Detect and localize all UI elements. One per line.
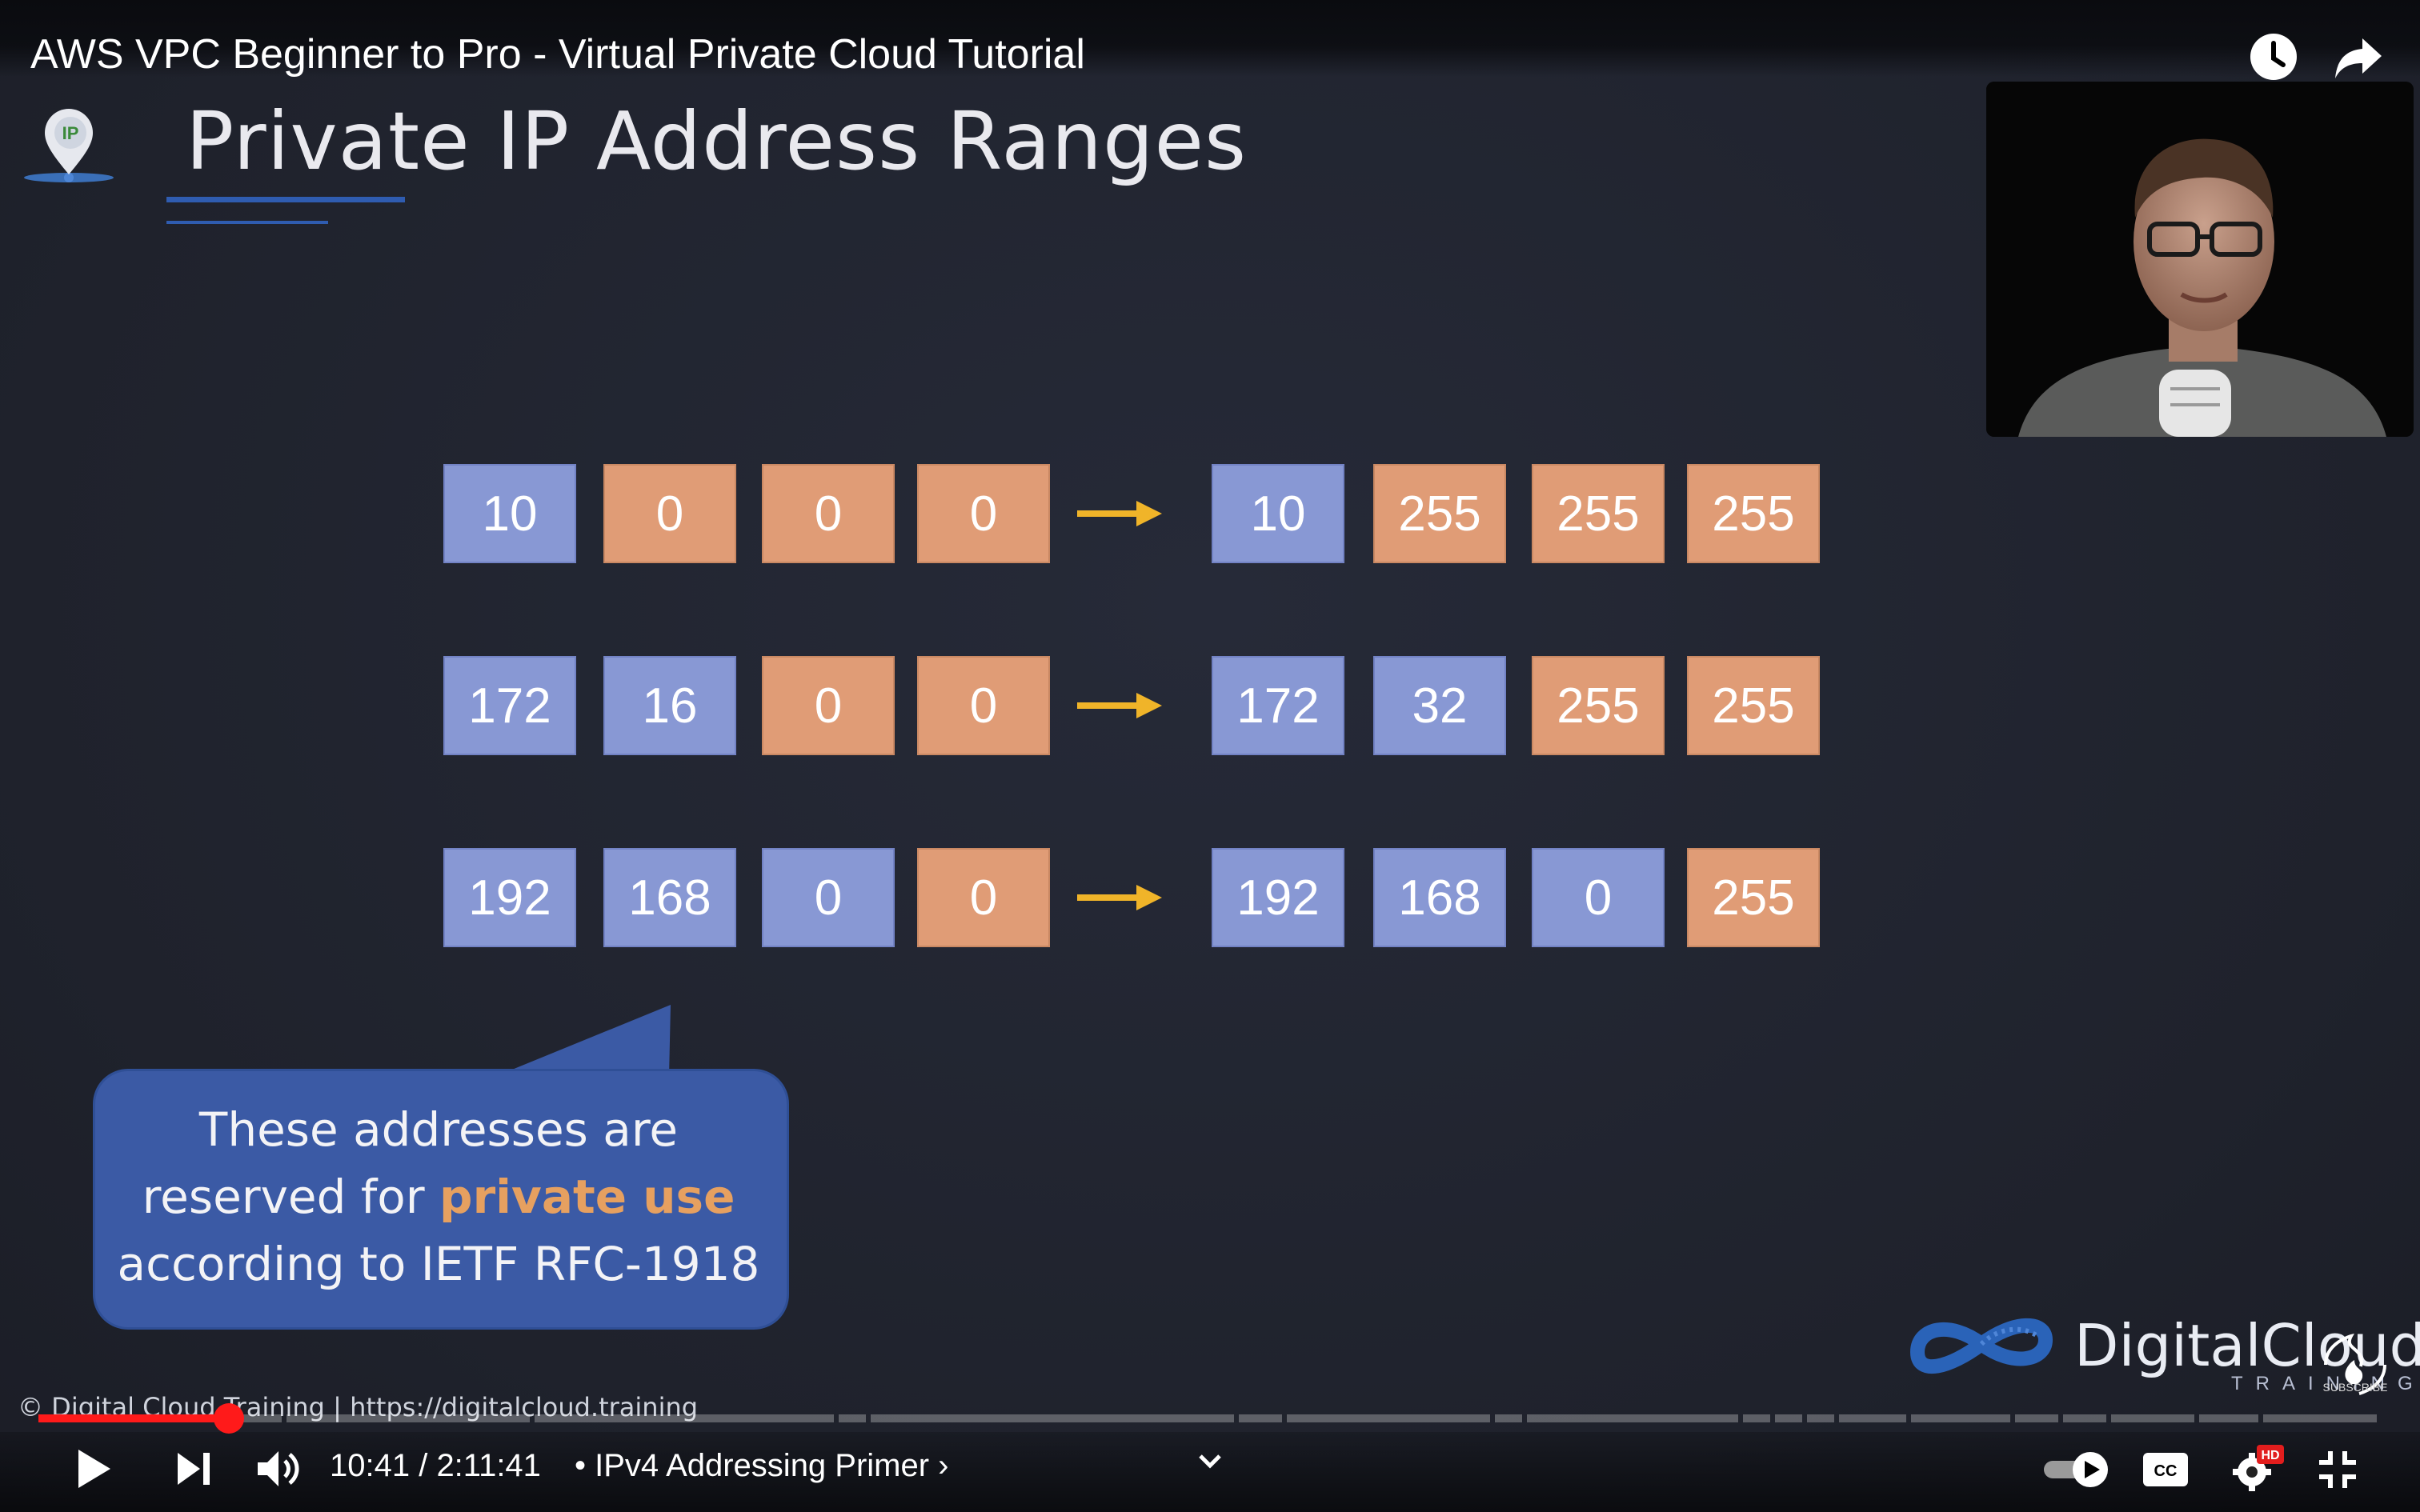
octet-start-1-3: 0 [762, 464, 895, 563]
presenter-webcam [1986, 82, 2414, 437]
video-frame[interactable]: IP Private IP Address Ranges 10 0 0 0 10 255 2… [0, 0, 2420, 1512]
cc-label: CC [2154, 1462, 2178, 1480]
chapter-segment[interactable] [1743, 1414, 1770, 1422]
callout-line-1: These addresses are [198, 1102, 679, 1157]
chapter-segment[interactable] [1239, 1414, 1282, 1422]
chapter-segment[interactable] [286, 1414, 530, 1422]
watch-later-clock-icon[interactable] [2246, 29, 2302, 85]
octet-end-1-4: 255 [1687, 464, 1820, 563]
progress-scrubber[interactable] [214, 1403, 244, 1434]
hd-badge: HD [2261, 1449, 2279, 1462]
callout-line-2-prefix: reserved for [142, 1170, 440, 1224]
volume-icon[interactable] [254, 1448, 301, 1490]
range-arrow-icon [1077, 885, 1162, 910]
chapter-segment[interactable] [1527, 1414, 1738, 1422]
time-display: 10:41 / 2:11:41 [330, 1448, 541, 1483]
octet-start-3-4: 0 [917, 848, 1050, 947]
exit-fullscreen-icon[interactable] [2318, 1450, 2358, 1490]
octet-end-3-3: 0 [1532, 848, 1665, 947]
octet-start-3-2: 168 [603, 848, 736, 947]
chapter-segment[interactable] [1807, 1414, 1834, 1422]
captions-cc-icon[interactable]: CC [2142, 1451, 2190, 1488]
video-title[interactable]: AWS VPC Beginner to Pro - Virtual Privat… [30, 30, 1085, 78]
octet-start-3-3: 0 [762, 848, 895, 947]
octet-end-2-3: 255 [1532, 656, 1665, 755]
progress-bar[interactable] [38, 1403, 2382, 1434]
chapter-title[interactable]: • IPv4 Addressing Primer › [575, 1448, 949, 1484]
chapter-segment[interactable] [1775, 1414, 1802, 1422]
callout-tail [495, 1005, 671, 1077]
title-underline-secondary [166, 221, 328, 224]
octet-end-3-1: 192 [1212, 848, 1344, 947]
slide-title: Private IP Address Ranges [186, 94, 1248, 188]
autoplay-toggle[interactable] [2041, 1450, 2113, 1490]
chapter-segment[interactable] [2199, 1414, 2258, 1422]
chapter-segment[interactable] [2263, 1414, 2377, 1422]
share-arrow-icon[interactable] [2330, 29, 2386, 85]
octet-start-3-1: 192 [443, 848, 576, 947]
chapter-segment[interactable] [871, 1414, 1234, 1422]
octet-start-2-1: 172 [443, 656, 576, 755]
settings-gear-icon[interactable]: HD [2231, 1445, 2284, 1493]
chapter-segment[interactable] [1839, 1414, 1906, 1422]
octet-end-1-2: 255 [1373, 464, 1506, 563]
chapter-segment[interactable] [1287, 1414, 1490, 1422]
presenter-image [1986, 82, 2414, 437]
octet-start-2-3: 0 [762, 656, 895, 755]
chapter-segment[interactable] [1911, 1414, 2010, 1422]
digitalcloud-infinity-logo-icon [1909, 1318, 2053, 1374]
chapter-segment[interactable] [2111, 1414, 2194, 1422]
chapter-segment[interactable] [535, 1414, 834, 1422]
subscribe-label: SUBSCRIBE [2322, 1381, 2388, 1394]
octet-end-2-4: 255 [1687, 656, 1820, 755]
chevron-down-icon[interactable] [1196, 1450, 1224, 1472]
octet-end-3-4: 255 [1687, 848, 1820, 947]
callout-highlight: private use [439, 1170, 735, 1224]
octet-end-1-3: 255 [1532, 464, 1665, 563]
callout-line-3: according to IETF RFC-1918 [117, 1237, 760, 1291]
octet-start-1-2: 0 [603, 464, 736, 563]
play-icon[interactable] [74, 1446, 114, 1491]
octet-end-1-1: 10 [1212, 464, 1344, 563]
callout-text: These addresses are reserved for private… [93, 1096, 784, 1298]
next-video-icon[interactable] [174, 1450, 213, 1488]
ip-location-logo-icon: IP [24, 109, 114, 182]
octet-end-2-2: 32 [1373, 656, 1506, 755]
chapter-segment[interactable] [839, 1414, 866, 1422]
octet-start-1-1: 10 [443, 464, 576, 563]
chapter-segment[interactable] [2063, 1414, 2106, 1422]
octet-start-2-2: 16 [603, 656, 736, 755]
octet-end-3-2: 168 [1373, 848, 1506, 947]
progress-played [38, 1414, 229, 1422]
octet-start-2-4: 0 [917, 656, 1050, 755]
range-arrow-icon [1077, 501, 1162, 526]
octet-start-1-4: 0 [917, 464, 1050, 563]
callout-line-2: reserved for private use [93, 1163, 784, 1230]
chapter-segment[interactable] [1495, 1414, 1522, 1422]
range-arrow-icon [1077, 693, 1162, 718]
octet-end-2-1: 172 [1212, 656, 1344, 755]
chapter-segment[interactable] [2015, 1414, 2058, 1422]
title-underline [166, 197, 405, 202]
logo-text: IP [62, 123, 79, 143]
